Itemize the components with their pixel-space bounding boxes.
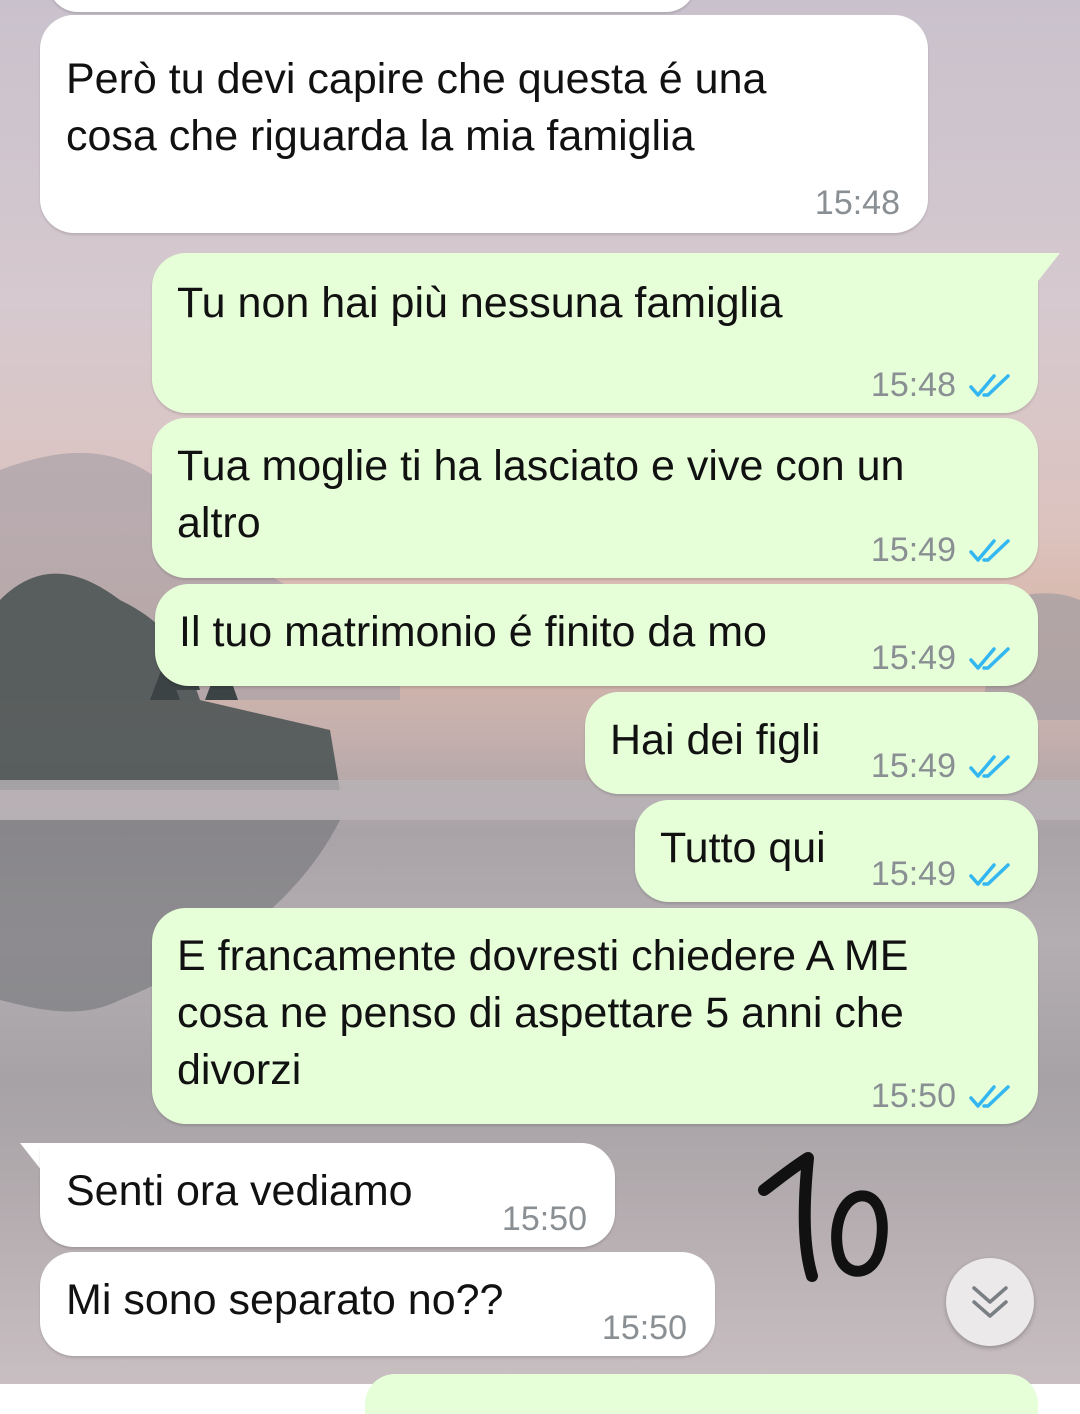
- message-text: Tua moglie ti ha lasciato e vive con un …: [177, 442, 905, 547]
- double-check-icon: [969, 1084, 1010, 1108]
- message-time: 15:49: [870, 531, 956, 569]
- bubble-tail: [1030, 253, 1060, 281]
- double-check-icon: [969, 862, 1010, 886]
- double-check-icon: [969, 646, 1010, 670]
- message-meta: 15:50: [871, 1068, 1014, 1125]
- message-outgoing[interactable]: Il tuo matrimonio é finito da mo 15:49: [155, 584, 1038, 686]
- message-outgoing[interactable]: E francamente dovresti chiedere A ME cos…: [152, 908, 1038, 1124]
- previous-message-edge: [48, 0, 696, 12]
- message-meta: 15:48: [815, 175, 900, 232]
- message-outgoing[interactable]: Hai dei figli 15:49: [585, 692, 1038, 794]
- message-text: Senti ora vediamo: [66, 1167, 413, 1215]
- message-text: Tu non hai più nessuna famiglia: [177, 279, 783, 327]
- message-incoming[interactable]: Mi sono separato no?? 15:50: [40, 1252, 715, 1356]
- message-time: 15:48: [814, 184, 900, 222]
- next-message-edge: [365, 1374, 1038, 1414]
- message-time: 15:48: [870, 366, 956, 404]
- message-meta: 15:50: [502, 1191, 587, 1248]
- handwritten-number-annotation: [758, 1152, 888, 1282]
- message-text: Però tu devi capire che questa é una cos…: [66, 55, 767, 160]
- double-check-icon: [969, 538, 1010, 562]
- message-time: 15:50: [601, 1309, 687, 1347]
- double-check-icon: [969, 754, 1010, 778]
- message-incoming[interactable]: Senti ora vediamo 15:50: [40, 1143, 615, 1247]
- message-text: Tutto qui: [660, 824, 826, 872]
- message-time: 15:49: [870, 855, 956, 893]
- message-outgoing[interactable]: Tutto qui 15:49: [635, 800, 1038, 902]
- message-meta: 15:50: [602, 1300, 687, 1357]
- message-text: Il tuo matrimonio é finito da mo: [179, 608, 767, 656]
- message-meta: 15:48: [871, 357, 1014, 414]
- message-text: Mi sono separato no??: [66, 1276, 504, 1324]
- message-text: Hai dei figli: [610, 716, 821, 764]
- scroll-down-button[interactable]: [946, 1258, 1034, 1346]
- message-outgoing[interactable]: Tu non hai più nessuna famiglia 15:48: [152, 253, 1038, 413]
- message-meta: 15:49: [871, 846, 1014, 903]
- message-text: E francamente dovresti chiedere A ME cos…: [177, 932, 909, 1094]
- message-time: 15:50: [501, 1200, 587, 1238]
- message-meta: 15:49: [871, 738, 1014, 795]
- double-check-icon: [969, 373, 1010, 397]
- message-time: 15:49: [870, 747, 956, 785]
- message-incoming[interactable]: Però tu devi capire che questa é una cos…: [40, 15, 928, 233]
- message-time: 15:50: [870, 1077, 956, 1115]
- chevron-double-down-icon: [972, 1286, 1008, 1318]
- message-meta: 15:49: [871, 522, 1014, 579]
- message-outgoing[interactable]: Tua moglie ti ha lasciato e vive con un …: [152, 418, 1038, 578]
- message-time: 15:49: [870, 639, 956, 677]
- message-meta: 15:49: [871, 630, 1014, 687]
